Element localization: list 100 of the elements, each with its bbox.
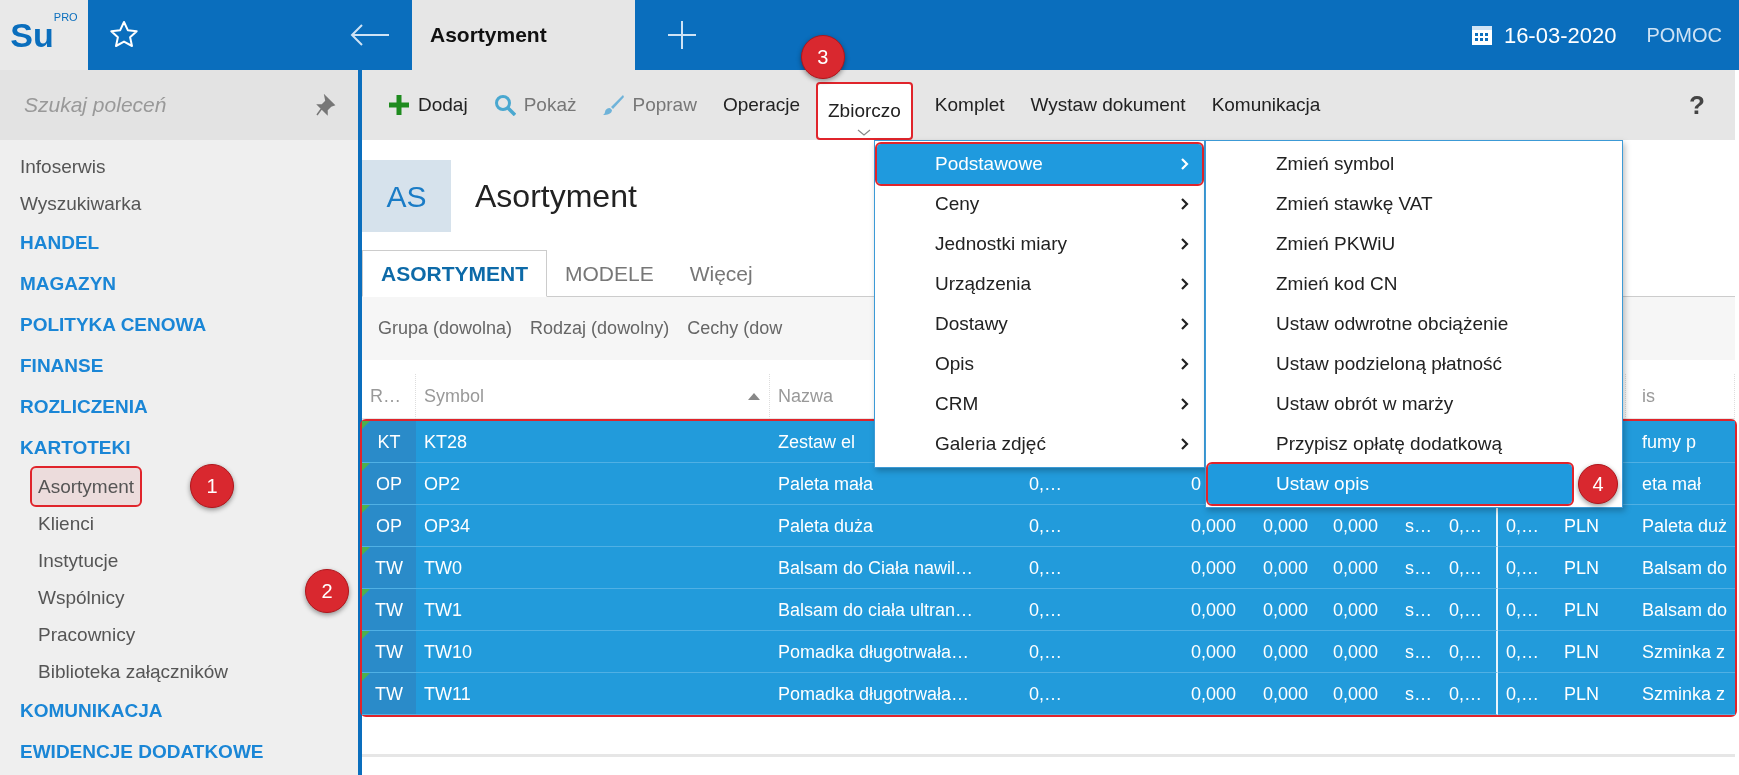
menu-item[interactable]: Asortyment <box>32 468 141 505</box>
table-cell: Pomadka długotrwała… <box>770 631 1021 673</box>
table-cell: 0,000 <box>1183 505 1255 547</box>
table-cell: PLN <box>1556 673 1626 715</box>
table-cell: Paleta duż <box>1626 505 1735 547</box>
menu-item[interactable]: Ustaw odwrotne obciążenie <box>1208 304 1620 344</box>
toolbar-button[interactable]: Zbiorczo <box>816 82 913 140</box>
table-cell: Pomadka długotrwała… <box>770 673 1021 715</box>
menu-item[interactable]: Urządzenia <box>877 264 1202 304</box>
table-cell: TW1 <box>416 589 770 631</box>
table-cell: PLN <box>1556 505 1626 547</box>
table-cell: s… <box>1397 631 1441 673</box>
toolbar-button[interactable]: Komunikacja <box>1201 70 1331 140</box>
tab[interactable]: ASORTYMENT <box>362 250 547 297</box>
table-cell: TW <box>362 589 416 631</box>
menu-item[interactable]: Przypisz opłatę dodatkową <box>1208 424 1620 464</box>
menu-section[interactable]: POLITYKA CENOWA <box>20 304 207 345</box>
table-cell: 0,… <box>1441 631 1498 673</box>
plus-icon[interactable] <box>667 20 697 50</box>
help-link[interactable]: POMOC <box>1616 20 1739 50</box>
caret-icon <box>857 129 872 136</box>
table-cell: 0,000 <box>1325 505 1397 547</box>
date-text[interactable]: 16-03-2020 <box>1503 18 1617 52</box>
table-cell: 0,… <box>1498 589 1556 631</box>
table-cell: KT <box>362 421 416 463</box>
table-cell: PLN <box>1556 589 1626 631</box>
menu-item[interactable]: Biblioteka załączników <box>32 653 235 690</box>
menu-section[interactable]: MAGAZYN <box>20 263 117 304</box>
table-cell: 0,… <box>1498 631 1556 673</box>
menu-item[interactable]: Zmień symbol <box>1208 144 1620 184</box>
table-cell: TW <box>362 547 416 589</box>
menu-item[interactable]: Dostawy <box>877 304 1202 344</box>
plus-icon <box>388 94 410 116</box>
chevron-right-icon <box>1180 237 1190 251</box>
menu-section[interactable]: KARTOTEKI <box>20 427 131 468</box>
calendar-icon[interactable] <box>1469 23 1494 47</box>
table-cell: 0,000 <box>1255 673 1325 715</box>
table-cell: TW <box>362 631 416 673</box>
pin-icon[interactable] <box>316 94 336 116</box>
table-cell: fumy p <box>1626 421 1735 463</box>
chevron-right-icon <box>1180 317 1190 331</box>
tab[interactable]: MODELE <box>547 250 672 297</box>
menu-item[interactable]: Zmień stawkę VAT <box>1208 184 1620 224</box>
callout-marker: 1 <box>190 464 234 508</box>
menu-item[interactable]: Jednostki miary <box>877 224 1202 264</box>
table-cell: 0,000 <box>1255 589 1325 631</box>
filter-link[interactable]: Grupa (dowolna) <box>378 315 513 342</box>
menu-item[interactable]: Opis <box>877 344 1202 384</box>
table-cell: KT28 <box>416 421 770 463</box>
table-cell: Balsam do <box>1626 589 1735 631</box>
menu-item[interactable]: Zmień kod CN <box>1208 264 1620 304</box>
menu-section[interactable]: KOMUNIKACJA <box>20 690 163 731</box>
menu-section[interactable]: FINANSE <box>20 345 104 386</box>
table-cell: 0,000 <box>1255 547 1325 589</box>
table-cell: OP2 <box>416 463 770 505</box>
menu-item[interactable]: CRM <box>877 384 1202 424</box>
brush-icon <box>602 94 625 116</box>
menu-item[interactable]: Klienci <box>32 505 100 542</box>
chevron-right-icon <box>1180 157 1190 171</box>
filter-link[interactable]: Cechy (dow <box>687 315 783 342</box>
menu-item[interactable]: Pracownicy <box>32 616 142 653</box>
menu-section[interactable]: ROZLICZENIA <box>20 386 148 427</box>
menu-item[interactable]: Wspólnicy <box>32 579 131 616</box>
filter-link[interactable]: Rodzaj (dowolny) <box>530 315 670 342</box>
menu-link[interactable]: Infoserwis <box>20 148 106 185</box>
toolbar-button[interactable]: Komplet <box>924 70 1015 140</box>
table-cell: s… <box>1397 547 1441 589</box>
table-cell: TW10 <box>416 631 770 673</box>
table-cell: 0,… <box>1441 547 1498 589</box>
menu-item[interactable]: Zmień PKWiU <box>1208 224 1620 264</box>
table-cell: TW <box>362 673 416 715</box>
table-cell: Balsam do ciała ultran… <box>770 589 1021 631</box>
tab[interactable]: Więcej <box>671 250 771 297</box>
toolbar-button[interactable]: Wystaw dokument <box>1020 70 1196 140</box>
search-bar[interactable]: Szukaj poleceń <box>0 70 358 140</box>
menu-item[interactable]: Instytucje <box>32 542 125 579</box>
help-button[interactable]: ? <box>1689 85 1705 125</box>
chevron-right-icon <box>1180 277 1190 291</box>
menu-section[interactable]: EWIDENCJE DODATKOWE <box>20 731 264 772</box>
table-cell: 0,… <box>1441 673 1498 715</box>
menu-link[interactable]: Wyszukiwarka <box>20 185 142 222</box>
table-cell: 0,000 <box>1325 673 1397 715</box>
table-cell: 0,000 <box>1325 589 1397 631</box>
menu-item[interactable]: Ustaw obrót w marży <box>1208 384 1620 424</box>
table-cell: s… <box>1397 673 1441 715</box>
table-cell: 0,… <box>1021 589 1075 631</box>
table-cell: Szminka z <box>1626 631 1735 673</box>
table-cell: 0,000 <box>1325 547 1397 589</box>
table-cell: 0,… <box>1021 505 1075 547</box>
toolbar-button[interactable]: Dodaj <box>378 70 478 140</box>
menu-item[interactable]: Ceny <box>877 184 1202 224</box>
table-cell: TW11 <box>416 673 770 715</box>
search-field[interactable]: Szukaj poleceń <box>22 88 302 122</box>
table-cell: 0,000 <box>1183 547 1255 589</box>
menu-item[interactable]: Ustaw podzieloną płatność <box>1208 344 1620 384</box>
document-tab[interactable]: Asortyment <box>412 0 635 70</box>
back-arrow-icon[interactable] <box>350 23 390 47</box>
menu-section[interactable]: HANDEL <box>20 222 100 263</box>
table-cell: Balsam do Ciała nawil… <box>770 547 1021 589</box>
app-logo: Su$^{PRO}$ <box>0 0 88 70</box>
